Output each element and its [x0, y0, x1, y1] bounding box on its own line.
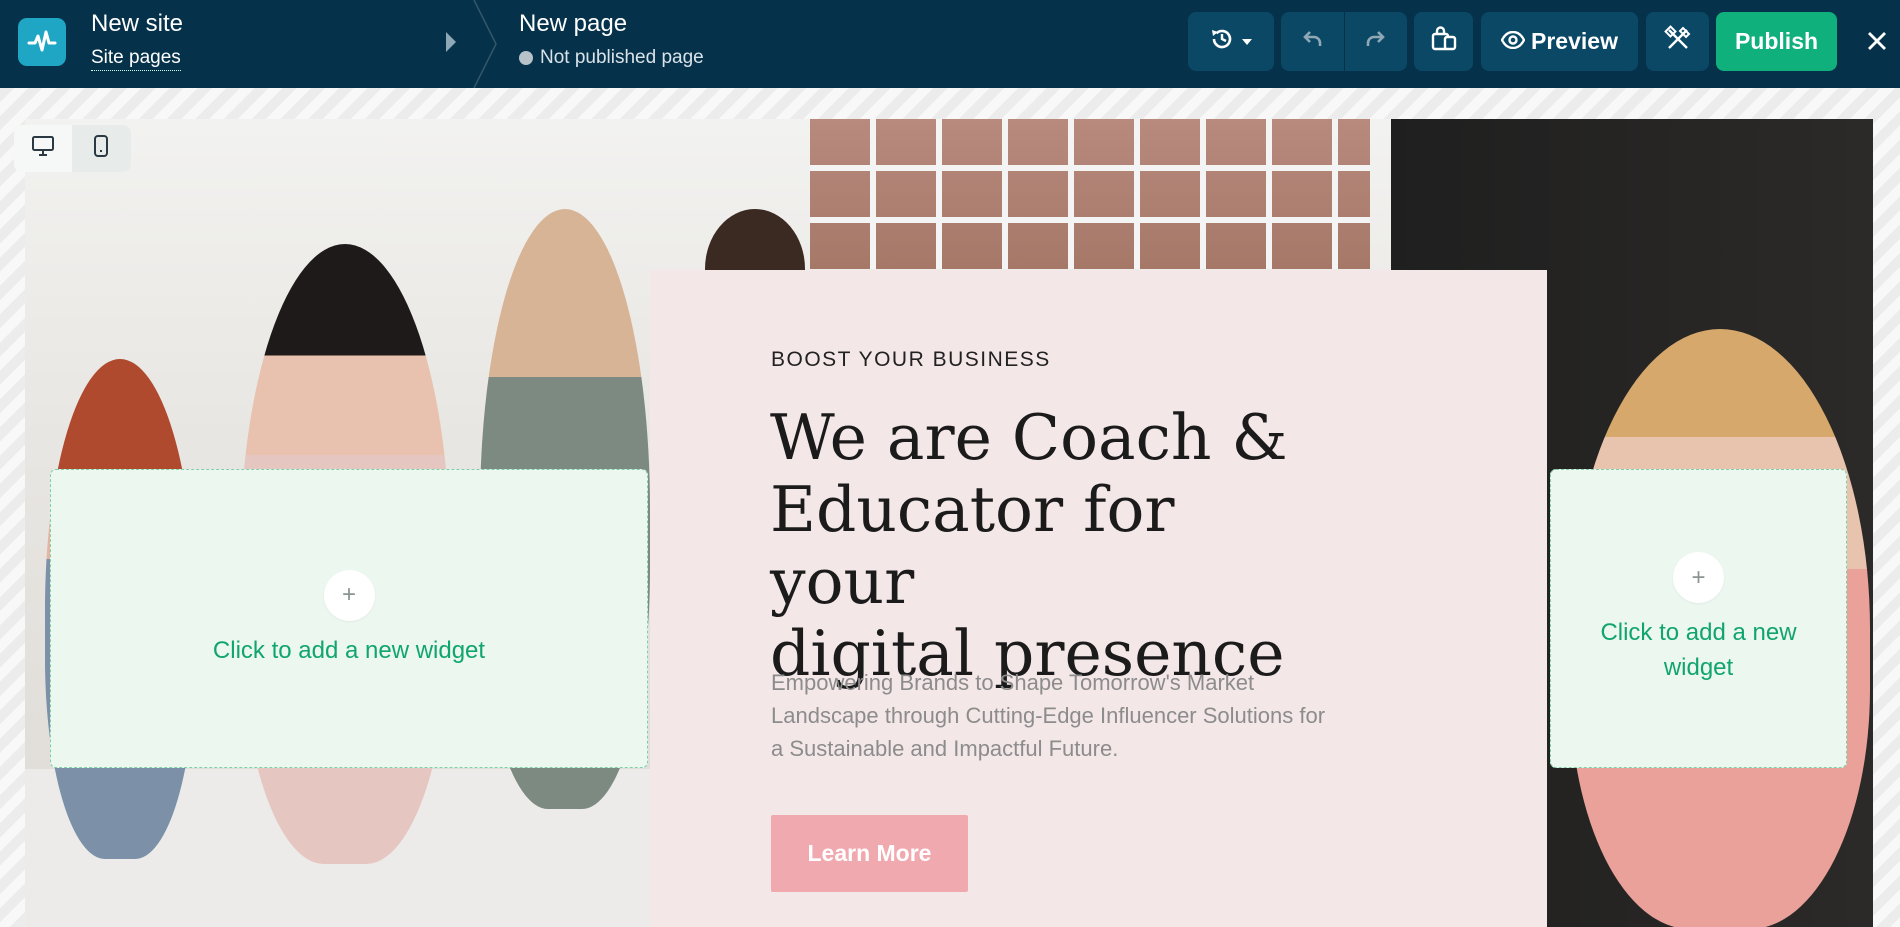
redo-button[interactable] — [1344, 12, 1407, 71]
history-icon — [1209, 26, 1235, 57]
chevron-down-icon — [1241, 33, 1253, 51]
hero-card[interactable]: BOOST YOUR BUSINESS We are Coach & Educa… — [650, 270, 1547, 927]
editor-topbar: New site Site pages New page Not publish… — [0, 0, 1900, 89]
eye-icon — [1500, 28, 1531, 55]
design-tools-icon — [1663, 25, 1692, 58]
close-icon[interactable] — [1858, 22, 1896, 60]
hero-eyebrow: BOOST YOUR BUSINESS — [771, 348, 1051, 371]
window-background — [810, 119, 1370, 269]
add-widget-slot-right[interactable]: + Click to add a new widget — [1550, 469, 1847, 768]
desktop-icon — [31, 135, 55, 162]
design-tools-button[interactable] — [1646, 12, 1709, 71]
preview-button[interactable]: Preview — [1481, 12, 1638, 71]
store-icon — [1429, 24, 1459, 59]
undo-redo-group — [1281, 12, 1407, 71]
device-toggle — [14, 125, 131, 172]
redo-icon — [1364, 27, 1388, 56]
headline-line: We are Coach & — [770, 401, 1288, 474]
desktop-view-button[interactable] — [14, 125, 72, 172]
body-line: Empowering Brands to Shape Tomorrow's Ma… — [771, 670, 1255, 695]
site-title: New site — [91, 10, 184, 37]
undo-icon — [1300, 27, 1324, 56]
body-line: Landscape through Cutting-Edge Influence… — [771, 703, 1326, 728]
hero-headline: We are Coach & Educator for your digital… — [770, 402, 1330, 690]
pulse-logo-icon[interactable] — [18, 18, 66, 66]
site-pages-link[interactable]: Site pages — [91, 47, 181, 71]
body-line: a Sustainable and Impactful Future. — [771, 736, 1119, 761]
status-dot-icon — [519, 51, 533, 65]
learn-more-button[interactable]: Learn More — [771, 815, 968, 892]
publish-button[interactable]: Publish — [1716, 12, 1837, 71]
caret-right-icon[interactable] — [444, 28, 458, 61]
page-preview: + Click to add a new widget BOOST YOUR B… — [25, 119, 1873, 927]
page-status-text: Not published page — [540, 47, 704, 68]
add-widget-slot-left[interactable]: + Click to add a new widget — [50, 469, 648, 768]
add-widget-label: Click to add a new widget — [212, 636, 486, 664]
undo-button[interactable] — [1281, 12, 1344, 71]
hero-body-text: Empowering Brands to Shape Tomorrow's Ma… — [771, 666, 1411, 765]
page-title: New page — [519, 10, 628, 37]
store-button[interactable] — [1414, 12, 1473, 71]
breadcrumb-separator — [470, 0, 500, 93]
plus-icon[interactable]: + — [323, 569, 375, 621]
preview-label: Preview — [1531, 28, 1618, 54]
history-button[interactable] — [1188, 12, 1274, 71]
mobile-icon — [93, 134, 109, 163]
page-status: Not published page — [519, 47, 704, 69]
plus-icon[interactable]: + — [1673, 552, 1724, 603]
mobile-view-button[interactable] — [72, 125, 130, 172]
headline-line: Educator for your — [770, 473, 1175, 618]
add-widget-label: Click to add a new widget — [1600, 619, 1797, 681]
editor-canvas: + Click to add a new widget BOOST YOUR B… — [0, 88, 1900, 927]
